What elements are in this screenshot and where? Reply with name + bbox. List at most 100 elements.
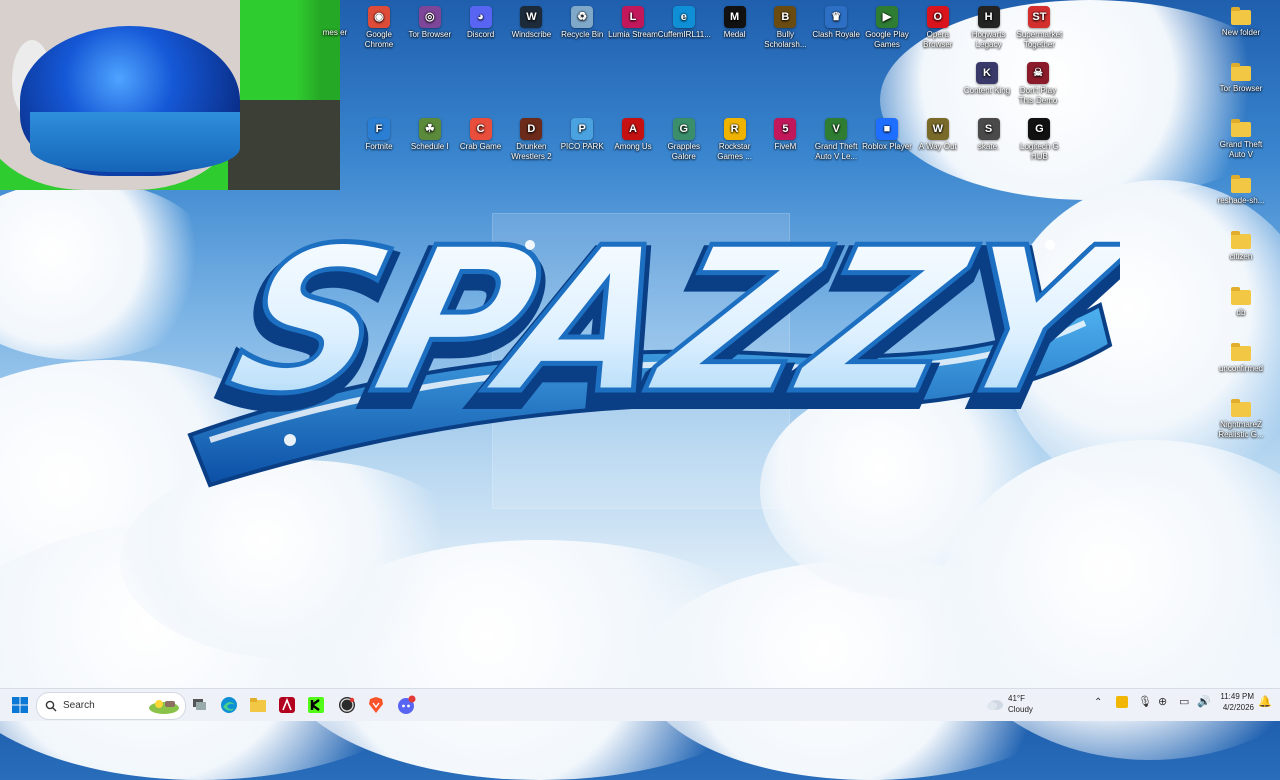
app-icon: M	[723, 6, 746, 28]
app-icon: R	[723, 118, 746, 140]
desktop-icon[interactable]: Sskate.	[963, 118, 1015, 152]
desktop-folder[interactable]: citizen	[1215, 230, 1267, 262]
desktop-icon[interactable]: ▶ Google Play Games	[861, 6, 913, 50]
app-icon: L	[622, 6, 644, 28]
desktop-icon[interactable]: B Bully Scholarsh...	[759, 6, 811, 50]
desktop-icon[interactable]: ◎ Tor Browser	[404, 6, 456, 40]
adobe-button[interactable]	[275, 693, 299, 717]
app-icon: ◕	[469, 6, 492, 28]
search-highlight-icon	[149, 700, 179, 714]
desktop-icon-label: Windscribe	[511, 30, 552, 39]
desktop-icon[interactable]: G Grapples Galore	[658, 118, 710, 162]
desktop-folder[interactable]: Tor Browser	[1215, 62, 1267, 94]
desktop-icon-partial[interactable]: mes er	[318, 28, 352, 38]
taskbar-search-input[interactable]: Search	[36, 692, 186, 720]
desktop-icon-label: Clash Royale	[812, 30, 860, 39]
volume-icon[interactable]: 🔊	[1197, 695, 1211, 708]
app-icon: ST	[1028, 6, 1051, 28]
file-explorer-button[interactable]	[246, 693, 270, 717]
microphone-icon[interactable]: 🎙	[1138, 695, 1152, 708]
brave-button[interactable]	[364, 693, 388, 717]
desktop-icon[interactable]: W A Way Out	[912, 118, 964, 152]
app-icon: S	[977, 118, 1000, 140]
desktop-icon-label: Schedule I	[410, 142, 449, 151]
desktop-icon[interactable]: G Logitech G HUB	[1013, 118, 1065, 162]
app-icon: ♻	[571, 6, 594, 28]
app-icon: ♛	[825, 6, 848, 28]
folder-icon	[1231, 343, 1251, 361]
desktop-icon[interactable]: ST Supermarket Together	[1013, 6, 1065, 50]
desktop-icon[interactable]: R Rockstar Games ...	[709, 118, 761, 162]
app-icon: B	[774, 6, 797, 28]
desktop-icon[interactable]: W Windscribe	[505, 6, 557, 40]
desktop-icon[interactable]: P PICO PARK	[556, 118, 608, 152]
start-button[interactable]	[8, 693, 32, 717]
task-view-button[interactable]	[188, 693, 212, 717]
desktop-icon-label: Fortnite	[365, 142, 393, 151]
desktop-icon[interactable]: O Opera Browser	[912, 6, 964, 50]
weather-temp: 41°F	[1008, 694, 1025, 703]
edge-button[interactable]	[217, 693, 241, 717]
desktop-icon[interactable]: ☠ Don't Play This Demo	[1012, 62, 1064, 106]
desktop-icon[interactable]: ◉ Google Chrome	[353, 6, 405, 50]
desktop-icon-label: CuffemIRL11...	[657, 30, 711, 39]
desktop-icon[interactable]: C Crab Game	[455, 118, 507, 152]
desktop-icon-label: Recycle Bin	[561, 30, 604, 39]
desktop-icon[interactable]: D Drunken Wrestlers 2	[505, 118, 557, 162]
folder-icon	[1231, 63, 1251, 81]
desktop-icon-label: Tor Browser	[408, 30, 452, 39]
desktop-icon[interactable]: ■ Roblox Player	[861, 118, 913, 152]
desktop-folder-label: Tor Browser	[1219, 84, 1263, 93]
desktop-folder[interactable]: db	[1215, 286, 1267, 318]
folder-icon	[1231, 399, 1251, 417]
app-icon: G	[1028, 118, 1051, 140]
search-icon	[45, 700, 57, 712]
desktop-folder-label: New folder	[1221, 28, 1261, 37]
tray-app-icon[interactable]	[1116, 696, 1128, 708]
desktop-icon[interactable]: F Fortnite	[353, 118, 405, 152]
desktop-icon[interactable]: e CuffemIRL11...	[657, 6, 711, 40]
app-icon: P	[571, 118, 594, 140]
discord-icon	[398, 695, 416, 714]
desktop-icon-label: Google Chrome	[364, 30, 394, 49]
desktop-icon[interactable]: M Medal	[709, 6, 761, 40]
desktop-icon[interactable]: 5 FiveM	[759, 118, 811, 152]
network-globe-icon[interactable]: ⊕	[1158, 695, 1167, 708]
desktop-folder[interactable]: reshade-sh...	[1215, 174, 1267, 206]
taskbar: Search 41°F Cloudy ⌃ 🎙 ⊕ ▭ 🔊 11:49 PM 4/…	[0, 688, 1280, 721]
clock[interactable]: 11:49 PM 4/2/2026	[1214, 692, 1254, 718]
desktop-icon-label: PICO PARK	[560, 142, 604, 151]
desktop-folder[interactable]: NightmareZ Realistic G...	[1215, 398, 1267, 440]
display-icon[interactable]: ▭	[1179, 695, 1189, 708]
app-icon: C	[469, 118, 492, 140]
desktop-icon[interactable]: H Hogwarts Legacy	[963, 6, 1015, 50]
weather-condition: Cloudy	[1008, 705, 1033, 714]
app-icon: D	[520, 118, 543, 140]
notifications-bell-icon[interactable]: 🔔	[1258, 695, 1272, 708]
app-icon: W	[520, 6, 543, 28]
discord-button[interactable]	[394, 693, 418, 717]
desktop-icon-label: A Way Out	[918, 142, 957, 151]
desktop-icon[interactable]: L Lumia Stream	[607, 6, 659, 40]
desktop-icon[interactable]: ☘ Schedule I	[404, 118, 456, 152]
kick-button[interactable]	[304, 693, 328, 717]
desktop-icon[interactable]: V Grand Theft Auto V Le...	[810, 118, 862, 162]
desktop-icon[interactable]: ◕ Discord	[455, 6, 507, 40]
desktop-icon[interactable]: K Content King	[961, 62, 1013, 96]
show-hidden-icons-chevron-up-icon[interactable]: ⌃	[1094, 697, 1102, 708]
desktop-icon[interactable]: A Among Us	[607, 118, 659, 152]
desktop-icon-label: Discord	[467, 30, 495, 39]
app-icon: e	[672, 6, 695, 28]
brave-icon	[369, 697, 383, 713]
desktop-icon[interactable]: ♛ Clash Royale	[810, 6, 862, 40]
desktop-folder[interactable]: Grand Theft Auto V	[1215, 118, 1267, 160]
desktop-icon[interactable]: ♻ Recycle Bin	[556, 6, 608, 40]
obs-button[interactable]	[335, 693, 359, 717]
weather-widget[interactable]: 41°F Cloudy	[986, 693, 1046, 717]
desktop-icon-label: FiveM	[774, 142, 797, 151]
search-placeholder: Search	[63, 700, 95, 711]
desktop-folder[interactable]: unconfirmed	[1215, 342, 1267, 374]
desktop-folder[interactable]: New folder	[1215, 6, 1267, 38]
app-icon: ▶	[876, 6, 898, 28]
desktop-icon-label: Logitech G HUB	[1020, 142, 1059, 161]
